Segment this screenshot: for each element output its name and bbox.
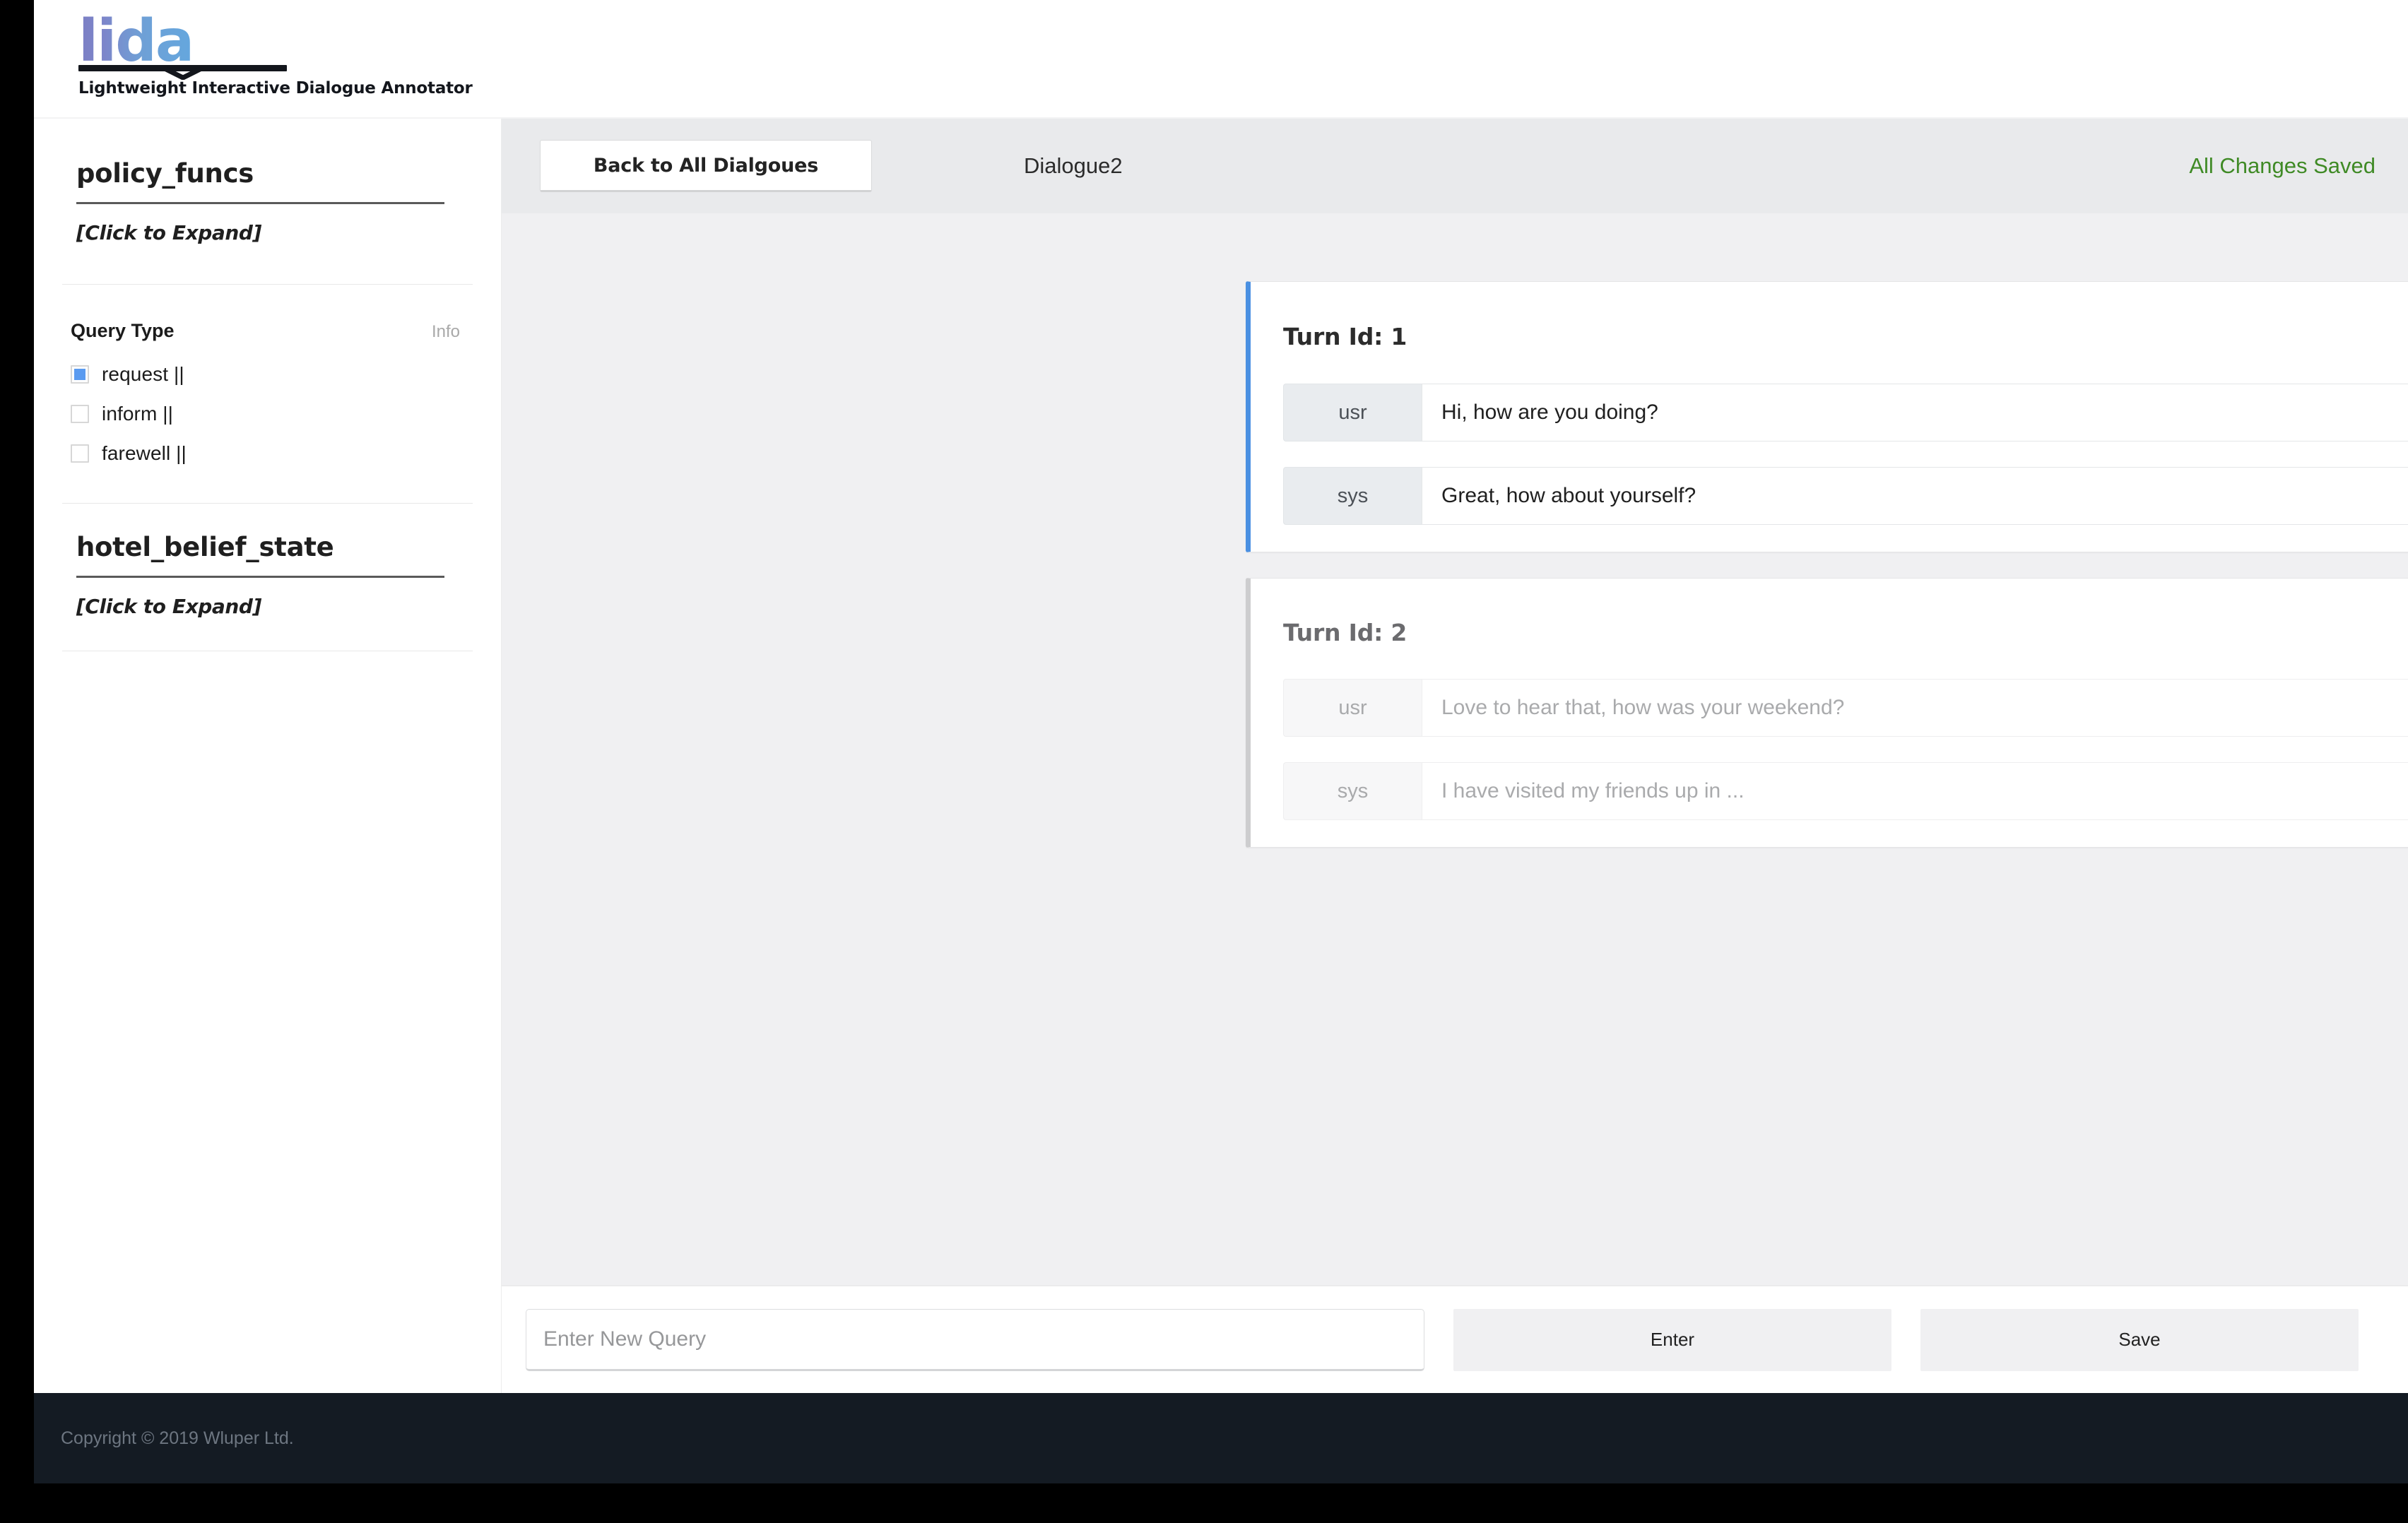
- turn-header: Turn Id: 1 Delete: [1283, 314, 2408, 358]
- option-label: farewell ||: [102, 442, 187, 465]
- utterance-input-usr[interactable]: Hi, how are you doing?: [1422, 384, 2408, 442]
- utterance-input-sys[interactable]: I have visited my friends up in ...: [1422, 762, 2408, 820]
- utterance-row-sys[interactable]: sys I have visited my friends up in ...: [1283, 762, 2408, 820]
- turns-scroll-area: Turn Id: 1 Delete usr Hi, how are you do…: [502, 213, 2408, 1285]
- utterance-row-usr[interactable]: usr Hi, how are you doing?: [1283, 384, 2408, 442]
- turn-id-label: Turn Id: 1: [1283, 323, 1407, 350]
- utterance-row-sys[interactable]: sys Great, how about yourself?: [1283, 467, 2408, 525]
- page-footer: Copyright © 2019 Wluper Ltd.: [34, 1393, 2408, 1483]
- turn-card: Turn Id: 2 usr Love to hear that, how wa…: [1246, 578, 2408, 848]
- save-status-label[interactable]: All Changes Saved: [2189, 153, 2375, 179]
- query-action-bar: Enter Save: [502, 1285, 2408, 1393]
- panel-hotel-belief-state[interactable]: hotel_belief_state [Click to Expand]: [62, 504, 473, 618]
- option-label: inform ||: [102, 403, 173, 425]
- panel-title: policy_funcs: [62, 158, 473, 189]
- panel-underline: [76, 202, 444, 204]
- query-type-title: Query Type: [71, 320, 175, 342]
- checkbox-icon[interactable]: [71, 405, 89, 423]
- logo-wordmark: lida: [78, 14, 193, 69]
- checkbox-icon[interactable]: [71, 365, 89, 384]
- query-type-header: Query Type Info: [62, 285, 473, 342]
- dialogue-title: Dialogue2: [1024, 153, 1123, 179]
- dialogue-toolbar: Back to All Dialgoues Dialogue2 All Chan…: [502, 119, 2408, 213]
- option-label: request ||: [102, 363, 184, 386]
- enter-query-button[interactable]: Enter: [1453, 1309, 1891, 1371]
- query-type-option-farewell[interactable]: farewell ||: [71, 434, 473, 473]
- brand-tagline: Lightweight Interactive Dialogue Annotat…: [78, 79, 361, 97]
- brand-header: lida Lightweight Interactive Dialogue An…: [34, 0, 2408, 119]
- logo-caret-icon: [163, 67, 203, 80]
- query-type-option-request[interactable]: request ||: [71, 355, 473, 394]
- back-to-all-dialogues-button[interactable]: Back to All Dialgoues: [540, 140, 872, 192]
- query-type-options: request || inform || farewell ||: [62, 342, 473, 473]
- brand-logo[interactable]: lida Lightweight Interactive Dialogue An…: [78, 14, 361, 97]
- panel-title: hotel_belief_state: [62, 532, 473, 562]
- utterance-row-usr[interactable]: usr Love to hear that, how was your week…: [1283, 679, 2408, 737]
- new-query-input[interactable]: [526, 1309, 1424, 1371]
- turns-list: Turn Id: 1 Delete usr Hi, how are you do…: [1246, 281, 2408, 848]
- sidebar: policy_funcs [Click to Expand] Query Typ…: [34, 119, 502, 1393]
- turn-card: Turn Id: 1 Delete usr Hi, how are you do…: [1246, 281, 2408, 552]
- speaker-label-usr: usr: [1283, 679, 1422, 737]
- query-type-option-inform[interactable]: inform ||: [71, 394, 473, 434]
- panel-policy-funcs[interactable]: policy_funcs [Click to Expand]: [62, 119, 473, 244]
- utterance-input-usr[interactable]: Love to hear that, how was your weekend?: [1422, 679, 2408, 737]
- main-column: Back to All Dialgoues Dialogue2 All Chan…: [502, 119, 2408, 1393]
- turn-id-label: Turn Id: 2: [1283, 619, 1407, 646]
- query-type-info-link[interactable]: Info: [432, 322, 460, 342]
- body-split: policy_funcs [Click to Expand] Query Typ…: [34, 119, 2408, 1393]
- speaker-label-sys: sys: [1283, 467, 1422, 525]
- save-dialogue-button[interactable]: Save: [1920, 1309, 2359, 1371]
- panel-expand-link[interactable]: [Click to Expand]: [62, 595, 473, 618]
- utterance-input-sys[interactable]: Great, how about yourself?: [1422, 467, 2408, 525]
- app-window: lida Lightweight Interactive Dialogue An…: [34, 0, 2408, 1483]
- turn-header: Turn Id: 2: [1283, 611, 2408, 653]
- speaker-label-sys: sys: [1283, 762, 1422, 820]
- panel-expand-link[interactable]: [Click to Expand]: [62, 221, 473, 244]
- checkbox-icon[interactable]: [71, 444, 89, 463]
- panel-underline: [76, 576, 444, 578]
- speaker-label-usr: usr: [1283, 384, 1422, 442]
- logo-underline-icon: [78, 65, 287, 76]
- copyright-label: Copyright © 2019 Wluper Ltd.: [61, 1428, 294, 1449]
